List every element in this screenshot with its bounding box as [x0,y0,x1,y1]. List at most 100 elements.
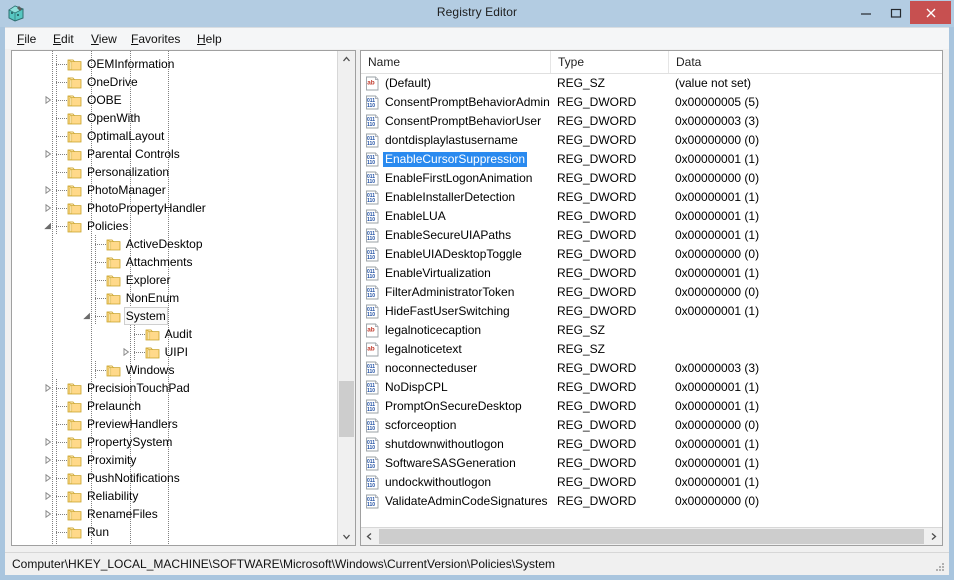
table-row[interactable]: 011 110 EnableCursorSuppression REG_DWORD 0x… [361,150,942,169]
tree-item-policies[interactable]: Policies [85,217,130,235]
table-row[interactable]: 011 110 SoftwareSASGeneration REG_DWORD 0x00… [361,454,942,473]
tree-item-photopropertyhandler[interactable]: PhotoPropertyHandler [85,199,208,217]
tree-item-uipi[interactable]: UIPI [163,343,190,361]
tree-scroll-down-arrow[interactable] [338,528,355,545]
value-type: REG_DWORD [557,285,637,299]
menu-favorites[interactable]: Favorites [125,31,186,47]
string-value-icon: ab [365,76,380,91]
registry-tree-pane[interactable]: OEMInformation OneDrive OOBE OpenWith Optima… [11,50,356,546]
tree-item-parental-controls[interactable]: Parental Controls [85,145,182,163]
tree-item-explorer[interactable]: Explorer [124,271,173,289]
table-row[interactable]: ab (Default) REG_SZ (value not set) [361,74,942,93]
tree-item-previewhandlers[interactable]: PreviewHandlers [85,415,180,433]
tree-scroll-thumb[interactable] [339,381,354,437]
tree-scroll-up-arrow[interactable] [338,51,355,68]
table-row[interactable]: 011 110 PromptOnSecureDesktop REG_DWORD 0x00… [361,397,942,416]
tree-item-reliability[interactable]: Reliability [85,487,140,505]
tree-item-propertysystem[interactable]: PropertySystem [85,433,174,451]
tree-item-audit[interactable]: Audit [163,325,194,343]
menu-bar: File Edit View Favorites Help [5,27,949,50]
tree-item-attachments[interactable]: Attachments [124,253,195,271]
chevron-right-icon[interactable] [120,346,132,358]
table-row[interactable]: ab legalnoticetext REG_SZ [361,340,942,359]
svg-text:ab: ab [367,80,375,87]
table-row[interactable]: ab legalnoticecaption REG_SZ [361,321,942,340]
minimize-icon[interactable] [851,1,881,24]
table-row[interactable]: 011 110 ValidateAdminCodeSignatures REG_DWO… [361,492,942,511]
tree-item-system[interactable]: System [123,307,168,325]
tree-item-nonenum[interactable]: NonEnum [124,289,181,307]
table-row[interactable]: 011 110 EnableFirstLogonAnimation REG_DWORD… [361,169,942,188]
tree-item-label: RunOnce [85,542,140,545]
registry-values-pane[interactable]: Name Type Data ab (Default) REG_SZ (value n… [360,50,943,546]
registry-values-list[interactable]: ab (Default) REG_SZ (value not set) 011 110 Co… [361,73,942,523]
tree-item-renamefiles[interactable]: RenameFiles [85,505,160,523]
value-name: EnableVirtualization [385,266,491,280]
tree-item-prelaunch[interactable]: Prelaunch [85,397,143,415]
tree-item-onedrive[interactable]: OneDrive [85,73,140,91]
tree-item-personalization[interactable]: Personalization [85,163,171,181]
table-row[interactable]: 011 110 HideFastUserSwitching REG_DWORD 0x00… [361,302,942,321]
table-row[interactable]: 011 110 dontdisplaylastusername REG_DWORD 0x… [361,131,942,150]
tree-guide-line [56,82,67,83]
menu-view[interactable]: View [85,31,123,47]
tree-item-activedesktop[interactable]: ActiveDesktop [124,235,205,253]
chevron-right-icon[interactable] [42,454,54,466]
chevron-right-icon[interactable] [42,490,54,502]
menu-help[interactable]: Help [191,31,228,47]
table-row[interactable]: 011 110 FilterAdministratorToken REG_DWORD 0… [361,283,942,302]
list-scroll-left-arrow[interactable] [361,528,378,545]
chevron-right-icon[interactable] [42,94,54,106]
tree-item-runonce[interactable]: RunOnce [85,541,140,545]
chevron-right-icon[interactable] [42,472,54,484]
tree-item-oobe[interactable]: OOBE [85,91,124,109]
table-row[interactable]: 011 110 EnableVirtualization REG_DWORD 0x000… [361,264,942,283]
maximize-icon[interactable] [881,1,911,24]
table-row[interactable]: 011 110 NoDispCPL REG_DWORD 0x00000001 (1) [361,378,942,397]
table-row[interactable]: 011 110 ConsentPromptBehaviorUser REG_DWORD… [361,112,942,131]
menu-edit[interactable]: Edit [47,31,80,47]
list-scroll-right-arrow[interactable] [925,528,942,545]
chevron-right-icon[interactable] [42,382,54,394]
column-header-data[interactable]: Data [669,51,942,73]
tree-guide-line [56,100,67,101]
table-row[interactable]: 011 110 ConsentPromptBehaviorAdmin REG_DWOR… [361,93,942,112]
table-row[interactable]: 011 110 EnableInstallerDetection REG_DWORD 0… [361,188,942,207]
table-row[interactable]: 011 110 noconnecteduser REG_DWORD 0x00000003… [361,359,942,378]
tree-guide-line [94,316,106,317]
table-row[interactable]: 011 110 EnableSecureUIAPaths REG_DWORD 0x000… [361,226,942,245]
tree-item-oeminformation[interactable]: OEMInformation [85,55,176,73]
table-row[interactable]: 011 110 EnableLUA REG_DWORD 0x00000001 (1) [361,207,942,226]
title-bar[interactable]: Registry Editor [0,0,954,27]
column-header-type[interactable]: Type [551,51,669,73]
list-horizontal-scrollbar[interactable] [361,527,942,545]
table-row[interactable]: 011 110 scforceoption REG_DWORD 0x00000000 (… [361,416,942,435]
chevron-right-icon[interactable] [42,202,54,214]
chevron-right-icon[interactable] [42,436,54,448]
table-row[interactable]: 011 110 EnableUIADesktopToggle REG_DWORD 0x0… [361,245,942,264]
tree-item-optimallayout[interactable]: OptimalLayout [85,127,166,145]
chevron-right-icon[interactable] [42,184,54,196]
chevron-right-icon[interactable] [42,148,54,160]
tree-item-proximity[interactable]: Proximity [85,451,138,469]
tree-item-precisiontouchpad[interactable]: PrecisionTouchPad [85,379,192,397]
tree-item-photomanager[interactable]: PhotoManager [85,181,168,199]
chevron-down-icon[interactable] [81,310,93,322]
list-scroll-thumb[interactable] [379,529,924,544]
tree-item-openwith[interactable]: OpenWith [85,109,142,127]
close-icon[interactable] [910,1,951,24]
registry-tree[interactable]: OEMInformation OneDrive OOBE OpenWith Optima… [12,51,337,545]
tree-item-pushnotifications[interactable]: PushNotifications [85,469,182,487]
column-header-name[interactable]: Name [361,51,551,73]
chevron-right-icon[interactable] [42,508,54,520]
chevron-down-icon[interactable] [42,220,54,232]
table-row[interactable]: 011 110 shutdownwithoutlogon REG_DWORD 0x000… [361,435,942,454]
tree-item-run[interactable]: Run [85,523,111,541]
menu-file[interactable]: File [11,31,42,47]
table-row[interactable]: 011 110 undockwithoutlogon REG_DWORD 0x00000… [361,473,942,492]
value-data: 0x00000000 (0) [675,171,760,185]
resize-grip[interactable] [934,561,946,573]
tree-vertical-scrollbar[interactable] [337,51,355,545]
tree-item-windows[interactable]: Windows [124,361,177,379]
value-type: REG_DWORD [557,361,637,375]
